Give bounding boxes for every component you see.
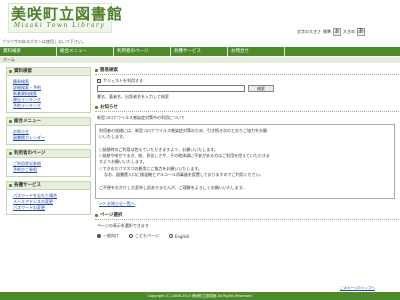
top-navigation: 資料検索 総合メニュー 利用者のページ 各種サービス お問合せ xyxy=(0,47,400,56)
radio-english[interactable] xyxy=(168,234,173,238)
sidebar: 資料検索 簡易検索 詳細検索・予約 新着資料検索 貸出ランキング 予約ランキング… xyxy=(6,67,91,219)
square-bullet-icon xyxy=(9,120,12,123)
square-bullet-icon xyxy=(9,184,12,187)
sidebar-block-search: 資料検索 簡易検索 詳細検索・予約 新着資料検索 貸出ランキング 予約ランキング xyxy=(6,67,91,113)
nav-item-services[interactable]: 各種サービス xyxy=(171,47,228,56)
square-bullet-icon xyxy=(9,70,12,73)
footer-copyright: Copyright (C) 2008-2010 美咲町立図書館 All Righ… xyxy=(0,292,400,300)
sidebar-heading: 各種サービス xyxy=(14,182,41,188)
sidebar-link-reserve-ranking[interactable]: 予約ランキング xyxy=(13,103,87,109)
nav-item-general-menu[interactable]: 総合メニュー xyxy=(57,47,114,56)
sidebar-block-services: 各種サービス パスワードを忘れた場合 メールアドレスの変更 パスワードの変更 xyxy=(6,181,91,215)
suggest-label: サジェストを利用する xyxy=(103,77,143,83)
font-size-label: 文字の大きさ xyxy=(297,29,321,34)
sidebar-link-change-password[interactable]: パスワードの変更 xyxy=(13,205,87,211)
page-top-link[interactable]: このページのトップへ xyxy=(340,286,375,291)
sidebar-heading: 総合メニュー xyxy=(14,118,41,124)
suggest-checkbox[interactable]: ✓ xyxy=(97,78,101,83)
font-size-standard-label: 標準 xyxy=(323,29,331,34)
browser-back-notice: ブラウザの戻るボタンは使用しないで下さい。 xyxy=(2,39,86,44)
logo-subtitle: Misaki Town Library xyxy=(14,22,106,29)
square-bullet-icon xyxy=(95,214,98,217)
radio-general-label: 一般向け xyxy=(103,233,119,238)
sidebar-block-user: 利用者のページ ご利用状況参照 予約かご参照 xyxy=(6,149,91,177)
logo-title: 美咲町立図書館 xyxy=(11,5,124,23)
section-title: ページ選択 xyxy=(100,212,123,218)
nav-item-contact[interactable]: お問合せ xyxy=(228,47,285,56)
sidebar-link-reserve-cart[interactable]: 予約かご参照 xyxy=(13,167,87,173)
radio-general[interactable] xyxy=(97,234,101,238)
nav-item-search[interactable]: 資料検索 xyxy=(0,47,57,56)
section-title: 簡易検索 xyxy=(100,67,118,73)
sidebar-block-general: 総合メニュー お知らせ 図書館カレンダー xyxy=(6,117,91,145)
sidebar-heading: 利用者のページ xyxy=(14,150,46,156)
search-input[interactable] xyxy=(97,85,245,92)
radio-english-label: English xyxy=(174,233,190,239)
search-hint: 書名、著者名、出版者名を入力して検索 xyxy=(97,94,169,99)
page-select-section: ページ選択 ページの表示を選択できます 一般向け こどもページ English xyxy=(95,212,399,239)
main-content: 簡易検索 ✓ サジェストを利用する 検索 書名、著者名、出版者名を入力して検索 … xyxy=(95,67,399,239)
notice-box: 利用者の皆様には、新型コロナウイルス感染症対策のため、引き続き次のとおりご協力を… xyxy=(95,124,395,199)
news-list-link[interactable]: >> お知らせ一覧へ xyxy=(99,201,399,207)
sidebar-heading: 資料検索 xyxy=(14,68,32,74)
notice-subtitle: 新型コロナウイルス感染症対策中の利用について xyxy=(97,115,185,120)
square-bullet-icon xyxy=(95,69,98,72)
square-bullet-icon xyxy=(9,152,12,155)
radio-kids[interactable] xyxy=(129,234,133,238)
breadcrumb[interactable]: ホーム xyxy=(0,57,400,63)
notice-line: ご不便をおかけし大変申し訳ありませんが、ご理解をよろしくお願いいたします。 xyxy=(99,184,247,190)
notice-section: お知らせ 新型コロナウイルス感染症対策中の利用について 利用者の皆様には、新型コ… xyxy=(95,104,399,207)
font-size-standard-button[interactable]: あ xyxy=(333,28,341,36)
square-bullet-icon xyxy=(95,106,98,109)
sidebar-link-calendar[interactable]: 図書館カレンダー xyxy=(13,135,87,141)
radio-kids-label: こどもページ xyxy=(135,233,159,238)
simple-search-section: 簡易検索 ✓ サジェストを利用する 検索 書名、著者名、出版者名を入力して検索 xyxy=(95,67,399,103)
search-button[interactable]: 検索 xyxy=(248,85,274,92)
font-size-switcher: 文字の大きさ 標準 あ 大きめ あ xyxy=(297,28,365,36)
library-logo[interactable]: 美咲町立図書館 Misaki Town Library xyxy=(8,3,122,33)
font-size-large-label: 大きめ xyxy=(343,29,355,34)
nav-item-user-page[interactable]: 利用者のページ xyxy=(114,47,171,56)
font-size-large-button[interactable]: あ xyxy=(357,28,365,36)
page-select-text: ページの表示を選択できます xyxy=(97,223,149,228)
section-title: お知らせ xyxy=(100,104,118,110)
header: 美咲町立図書館 Misaki Town Library 文字の大きさ 標準 あ … xyxy=(0,0,400,38)
